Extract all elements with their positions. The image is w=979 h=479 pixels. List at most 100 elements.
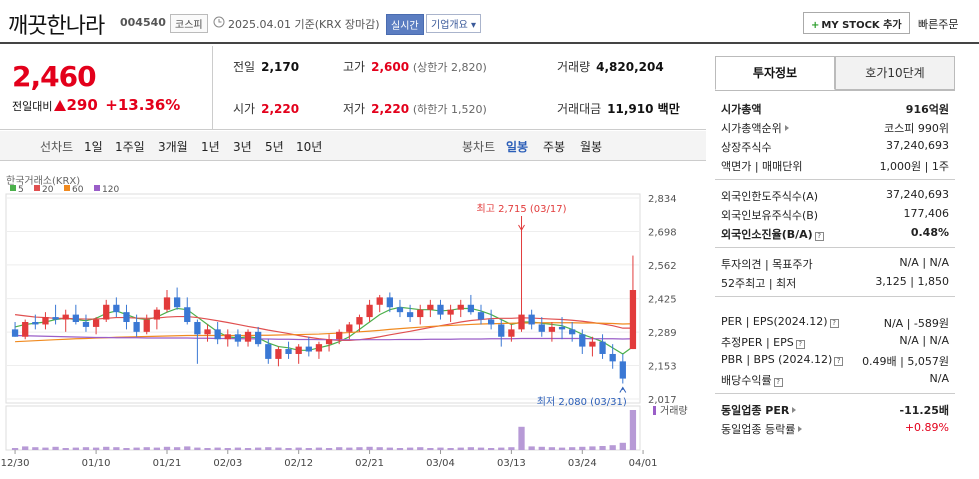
- volume: 거래량 4,820,204: [557, 60, 664, 74]
- volume-bar: [265, 447, 272, 450]
- tab-orderbook[interactable]: 호가10단계: [835, 56, 955, 90]
- candle-body: [609, 353, 616, 362]
- candle-body: [62, 314, 69, 320]
- candle-body: [214, 329, 221, 340]
- candle-body: [143, 319, 150, 332]
- quick-order-link[interactable]: 빠른주문: [918, 16, 958, 32]
- volume-bar: [427, 448, 434, 450]
- volume-bar: [538, 446, 545, 450]
- stock-header: 깨끗한나라 004540 코스피 2025.04.01 기준(KRX 장마감) …: [0, 0, 979, 44]
- volume-bar: [487, 448, 495, 450]
- investment-info-panel: 투자정보 호가10단계 시가총액 916억원 시가총액순위 코스피 990위 상장주…: [715, 56, 955, 446]
- low-price: 저가 2,220 (하한가 1,520): [343, 102, 487, 116]
- volume-bar: [32, 447, 39, 450]
- mcap-rank-row: 시가총액순위 코스피 990위: [721, 122, 949, 135]
- volume-bar: [518, 426, 525, 450]
- candle-body: [92, 319, 100, 327]
- x-tick-label: 01/21: [153, 458, 182, 469]
- period-3y[interactable]: 3년: [233, 138, 252, 155]
- candle-body: [305, 346, 312, 352]
- candle-body: [82, 321, 90, 327]
- candle-body: [204, 329, 211, 335]
- period-5y[interactable]: 5년: [265, 138, 284, 155]
- y-tick-label: 2,153: [648, 362, 677, 373]
- candle-body: [153, 309, 161, 320]
- x-tick-label: 03/24: [568, 458, 597, 469]
- face-value-row: 액면가 | 매매단위 1,000원 | 1주: [721, 160, 949, 173]
- volume-bar: [204, 448, 211, 450]
- candle-body: [498, 324, 505, 337]
- add-mystock-button[interactable]: + MY STOCK 추가: [803, 12, 910, 34]
- help-icon[interactable]: ?: [834, 357, 844, 366]
- candle-body: [163, 297, 171, 310]
- candle-body: [477, 312, 485, 320]
- annotation-high: 최고 2,715 (03/17): [477, 203, 567, 215]
- candle-chart-label: 봉차트: [462, 140, 496, 154]
- volume-bar: [42, 447, 49, 450]
- volume-bar: [406, 447, 414, 450]
- volume-bar: [194, 447, 201, 450]
- candle-body: [234, 334, 242, 342]
- candle-body: [52, 317, 59, 320]
- volume-legend-swatch: [653, 406, 656, 415]
- candle-body: [336, 331, 343, 340]
- volume-bar: [437, 447, 444, 450]
- candle-weekly[interactable]: 주봉: [543, 138, 565, 155]
- chart-period-bar: 선차트 1일 1주일 3개월 1년 3년 5년 10년 봉차트 일봉 주봉 월봉: [0, 131, 706, 161]
- help-icon[interactable]: ?: [773, 378, 783, 387]
- candle-body: [487, 319, 495, 325]
- volume-bar: [143, 447, 150, 450]
- volume-bar: [467, 447, 475, 450]
- candle-body: [103, 304, 110, 320]
- realtime-button[interactable]: 실시간: [386, 14, 424, 35]
- x-tick-label: 02/21: [355, 458, 384, 469]
- volume-bar: [163, 446, 171, 450]
- volume-bar: [528, 446, 535, 450]
- legend-swatch-5: [10, 185, 16, 191]
- company-overview-button[interactable]: 기업개요 ▾: [426, 14, 482, 33]
- candlestick-chart[interactable]: 한국거래소(KRX)5 20 60 1202,8342,6982,5622,4252,…: [0, 162, 706, 479]
- candle-body: [356, 317, 363, 325]
- candle-body: [285, 349, 292, 354]
- x-tick-label: 12/30: [1, 458, 30, 469]
- candle-monthly[interactable]: 월봉: [580, 138, 602, 155]
- help-icon[interactable]: ?: [829, 319, 839, 328]
- candle-body: [396, 307, 404, 313]
- change-label: 전일대비: [12, 100, 53, 113]
- volume-bar: [447, 448, 454, 450]
- period-10y[interactable]: 10년: [296, 138, 322, 155]
- volume-bar: [599, 446, 606, 450]
- volume-bar: [386, 447, 393, 450]
- candle-body: [295, 346, 302, 354]
- help-icon[interactable]: ?: [795, 340, 805, 349]
- candle-body: [386, 297, 393, 308]
- quote-date: 2025.04.01 기준(KRX 장마감): [228, 18, 380, 31]
- candle-body: [619, 361, 626, 379]
- current-price: 2,460: [12, 60, 97, 93]
- volume-bar: [305, 448, 312, 450]
- divider: [715, 179, 955, 180]
- help-icon[interactable]: ?: [814, 232, 824, 241]
- dividend-row: 배당수익률? N/A: [721, 372, 949, 387]
- period-1w[interactable]: 1주일: [115, 138, 145, 155]
- candle-body: [113, 304, 120, 313]
- prev-close: 전일 2,170: [233, 60, 300, 74]
- volume-bar: [234, 447, 242, 450]
- candle-daily[interactable]: 일봉: [506, 138, 528, 155]
- period-1y[interactable]: 1년: [201, 138, 220, 155]
- volume-bar: [11, 448, 19, 450]
- stock-code: 004540: [120, 16, 166, 29]
- candle-body: [123, 312, 130, 322]
- y-tick-label: 2,289: [648, 328, 677, 339]
- volume-bar: [184, 446, 191, 450]
- period-3m[interactable]: 3개월: [158, 138, 188, 155]
- tab-investment-info[interactable]: 투자정보: [715, 56, 835, 90]
- volume-bar: [356, 447, 363, 450]
- chevron-right-icon: [798, 426, 803, 432]
- candle-body: [194, 321, 201, 335]
- candle-body: [589, 341, 596, 347]
- candle-body: [244, 331, 252, 342]
- candle-body: [569, 329, 576, 335]
- period-1d[interactable]: 1일: [84, 138, 103, 155]
- price-chart[interactable]: 한국거래소(KRX) 5 20 60 120 2,834 2,698 2,562 2,425 2,…: [0, 162, 706, 479]
